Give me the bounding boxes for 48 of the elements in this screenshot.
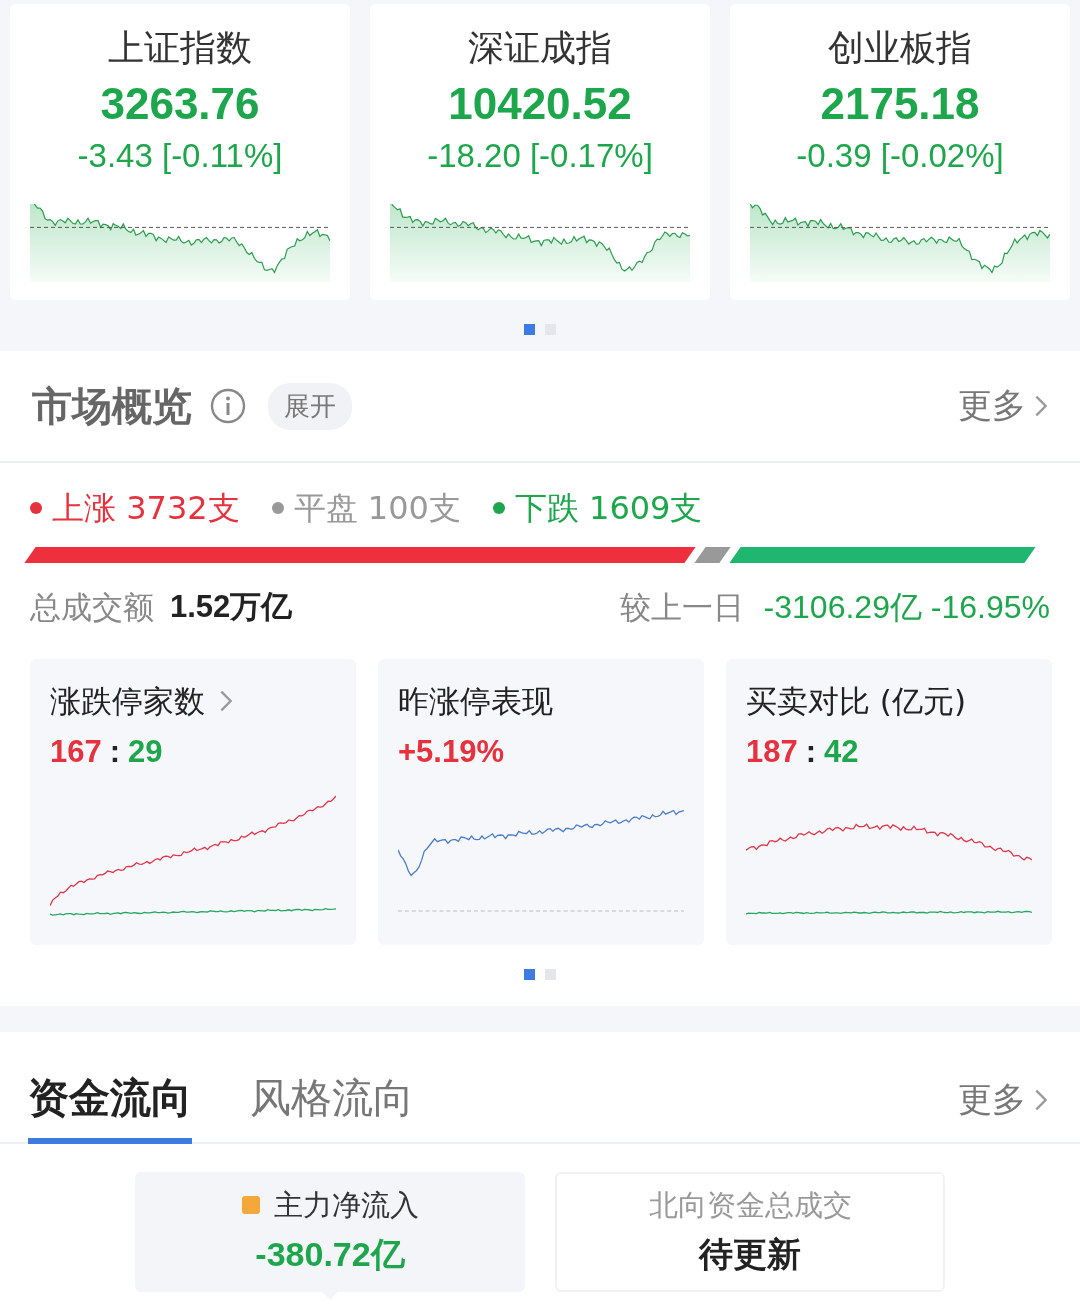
index-change: -18.20 [-0.17%]	[427, 136, 653, 176]
stat-card[interactable]: 涨跌停家数 167 : 29	[30, 659, 356, 945]
index-card[interactable]: 创业板指 2175.18 -0.39 [-0.02%]	[730, 4, 1070, 300]
stat-value: 29	[128, 733, 163, 771]
stat-value: :	[805, 733, 817, 771]
flow-card[interactable]: 主力净流入 -380.72亿	[135, 1172, 525, 1292]
index-name: 上证指数	[108, 26, 252, 70]
stat-card[interactable]: 买卖对比 (亿元) 187 : 42	[726, 659, 1052, 945]
info-icon[interactable]	[210, 388, 246, 424]
stat-value: 42	[824, 733, 859, 771]
index-name: 创业板指	[828, 26, 972, 70]
breadth-count: 上涨 3732支	[30, 485, 240, 531]
flow-card[interactable]: 北向资金总成交 待更新	[555, 1172, 945, 1292]
stat-value: :	[109, 733, 121, 771]
index-change: -0.39 [-0.02%]	[796, 136, 1004, 176]
index-change: -3.43 [-0.11%]	[77, 136, 283, 176]
index-value: 3263.76	[100, 78, 260, 130]
index-card[interactable]: 上证指数 3263.76 -3.43 [-0.11%]	[10, 4, 350, 300]
stat-value: 167	[50, 733, 102, 771]
chevron-right-icon	[1034, 394, 1048, 418]
flow-label: 主力净流入	[273, 1187, 419, 1224]
expand-button[interactable]: 展开	[268, 382, 352, 430]
card-title: 买卖对比 (亿元)	[746, 682, 967, 721]
section-title: 市场概览	[32, 381, 192, 431]
breadth-count: 下跌 1609支	[492, 485, 703, 531]
card-title: 涨跌停家数	[50, 682, 205, 721]
compare-label: 较上一日	[619, 588, 744, 627]
index-card[interactable]: 深证成指 10420.52 -18.20 [-0.17%]	[370, 4, 710, 300]
flow-label: 北向资金总成交	[648, 1187, 852, 1224]
tab[interactable]: 资金流向	[28, 1071, 192, 1144]
chevron-right-icon	[1034, 1088, 1048, 1112]
flow-value: 待更新	[699, 1234, 801, 1275]
stat-value: +5.19%	[398, 733, 504, 771]
more-link[interactable]: 更多	[958, 1077, 1048, 1123]
index-value: 2175.18	[820, 78, 980, 130]
tab[interactable]: 风格流向	[250, 1071, 414, 1144]
chevron-right-icon	[219, 689, 233, 713]
more-link[interactable]: 更多	[958, 383, 1048, 429]
index-name: 深证成指	[468, 26, 612, 70]
stat-card[interactable]: 昨涨停表现 +5.19%	[378, 659, 704, 945]
turnover-label: 总成交额	[30, 588, 154, 627]
stat-value: 187	[746, 733, 798, 771]
compare-value: -3106.29亿 -16.95%	[763, 588, 1050, 627]
index-value: 10420.52	[448, 78, 632, 130]
turnover-value: 1.52万亿	[170, 588, 293, 626]
card-title: 昨涨停表现	[398, 682, 553, 721]
flow-value: -380.72亿	[255, 1234, 405, 1275]
breadth-count: 平盘 100支	[271, 485, 461, 531]
